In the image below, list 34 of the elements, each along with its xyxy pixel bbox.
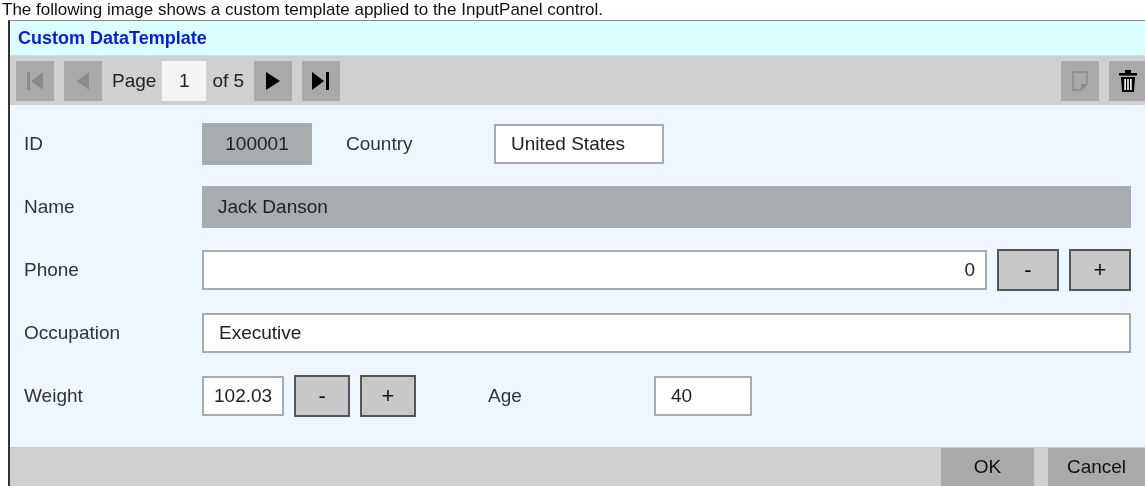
last-page-button[interactable] xyxy=(302,60,341,101)
input-field[interactable]: United States xyxy=(494,124,664,164)
ok-button[interactable]: OK xyxy=(941,448,1034,486)
next-page-button[interactable] xyxy=(254,60,293,101)
readonly-field: Jack Danson xyxy=(202,186,1131,228)
caption-text: The following image shows a custom template applied to the InputPanel control. xyxy=(1,0,604,20)
number-field[interactable]: 102.03 xyxy=(202,376,285,416)
input-field[interactable]: 40 xyxy=(654,376,752,416)
field-label: Occupation xyxy=(24,322,122,344)
triangle-left-icon xyxy=(77,71,89,90)
trash-icon xyxy=(1119,69,1137,92)
increment-button[interactable]: + xyxy=(1069,249,1131,291)
decrement-button[interactable]: - xyxy=(294,375,351,417)
cancel-button[interactable]: Cancel xyxy=(1048,448,1145,486)
triangle-right-icon xyxy=(266,71,281,90)
field-label: ID xyxy=(24,133,44,155)
panel-title: Custom DataTemplate xyxy=(10,21,1145,56)
readonly-field: 100001 xyxy=(202,123,312,165)
note-icon xyxy=(1072,70,1088,91)
field-label: Country xyxy=(345,133,414,155)
field-label: Weight xyxy=(24,385,84,407)
skip-last-icon xyxy=(312,71,331,90)
page-count-label: of 5 xyxy=(212,69,245,92)
page-field[interactable]: 1 xyxy=(162,60,207,101)
field-label: Age xyxy=(487,385,523,407)
delete-button[interactable] xyxy=(1109,60,1145,101)
increment-button[interactable]: + xyxy=(360,375,416,417)
skip-first-icon xyxy=(27,71,43,90)
field-label: Name xyxy=(24,196,76,218)
page-label: Page xyxy=(112,69,157,92)
decrement-button[interactable]: - xyxy=(997,249,1059,291)
input-field[interactable]: Executive xyxy=(202,313,1131,353)
number-field[interactable]: 0 xyxy=(202,250,987,290)
field-label: Phone xyxy=(24,259,80,281)
